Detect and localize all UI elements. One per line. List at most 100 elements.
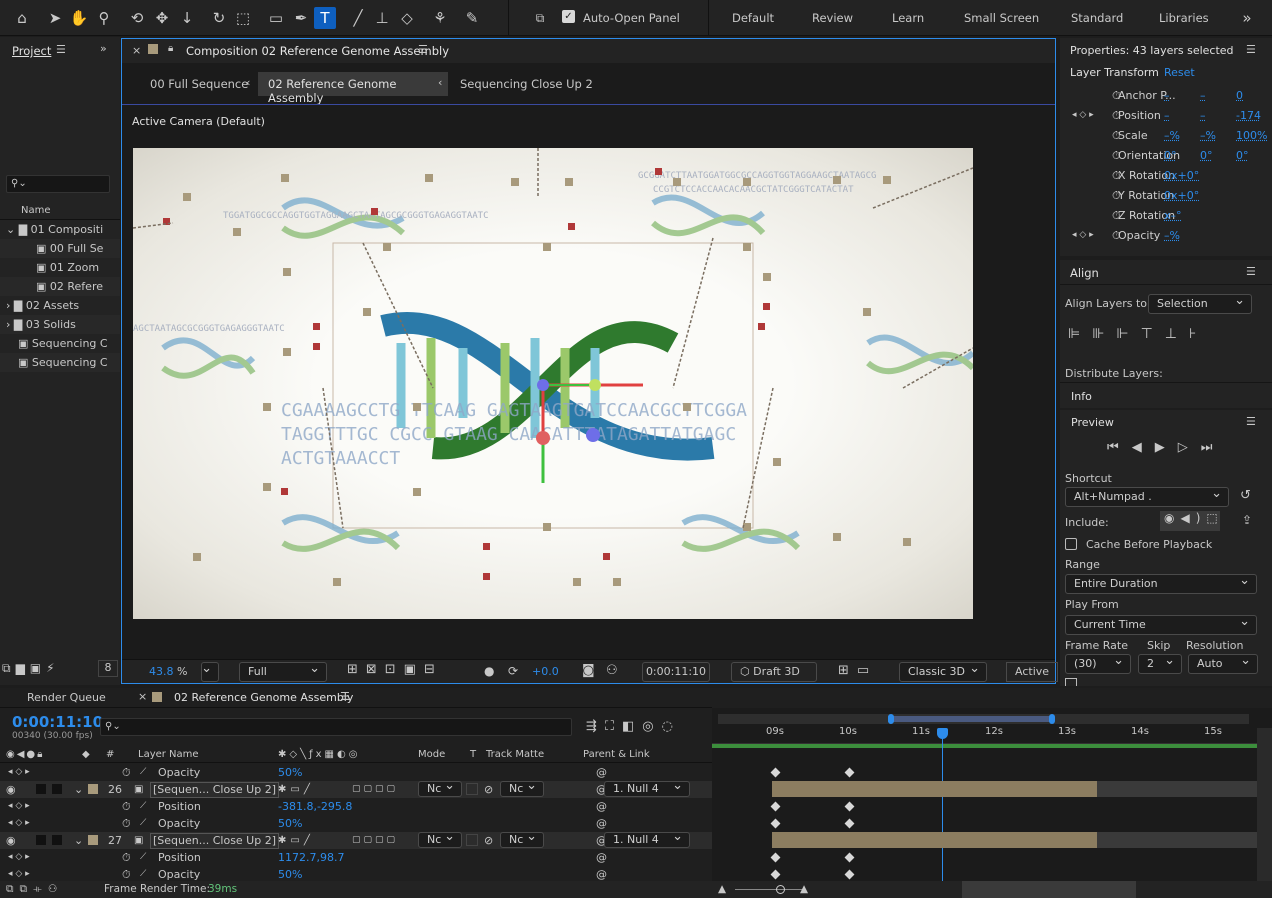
stopwatch-icon[interactable]: ⏱	[122, 849, 131, 866]
align-menu-icon[interactable]: ☰	[1246, 265, 1256, 278]
property-value[interactable]: 50%	[278, 815, 302, 832]
stopwatch-icon[interactable]: ⏱	[122, 764, 131, 781]
keyframe-nav-icon[interactable]: ◂ ◇ ▸	[1072, 106, 1094, 125]
skip-dropdown[interactable]: 2	[1138, 652, 1182, 674]
close-timeline-tab-icon[interactable]: ×	[138, 690, 147, 703]
show-snapshot-icon[interactable]: ⚇	[606, 663, 618, 678]
workspace-learn[interactable]: Learn	[892, 11, 924, 25]
twirl-icon[interactable]: ⌄	[74, 832, 83, 849]
zoom-tool-icon[interactable]: ⚲	[93, 7, 115, 29]
property-value[interactable]: 1172.7,98.7	[278, 849, 344, 866]
eye-icon[interactable]: ◉	[6, 781, 16, 798]
mode-dropdown[interactable]: Nc	[418, 779, 462, 797]
3d-ground-icons[interactable]: ⊞▭	[838, 663, 877, 678]
comp-timecode[interactable]: 0:00:11:10	[642, 662, 710, 682]
layer-name[interactable]: [Sequen... Close Up 2]	[150, 782, 280, 798]
pickwhip-icon[interactable]: @	[596, 815, 607, 832]
range-dropdown[interactable]: Entire Duration	[1065, 572, 1257, 594]
prop-value[interactable]: –%	[1164, 226, 1180, 245]
shortcut-dropdown[interactable]: Alt+Numpad .	[1065, 485, 1229, 507]
zoom-range[interactable]	[888, 716, 1052, 722]
timeline-menu-icon[interactable]: ☰	[340, 690, 350, 703]
project-item-assets[interactable]: › ▇ 02 Assets	[0, 296, 120, 315]
pen-tool-icon[interactable]: ✒	[290, 7, 312, 29]
property-row[interactable]: ◂ ◇ ▸ ⏱ ⟋ Opacity 50% @	[0, 815, 712, 832]
prop-value[interactable]: –	[1164, 86, 1170, 105]
lock-icon[interactable]: 🔒︎	[168, 43, 173, 54]
graph-icon[interactable]: ⟋	[140, 849, 146, 866]
project-item-sequencing-1[interactable]: ▣ Sequencing C	[0, 334, 120, 353]
breadcrumb-full-sequence[interactable]: 00 Full Sequence	[150, 77, 248, 91]
workspace-libraries[interactable]: Libraries	[1159, 11, 1209, 25]
comp-tab-title[interactable]: Composition 02 Reference Genome Assembly	[186, 44, 449, 58]
properties-menu-icon[interactable]: ☰	[1246, 43, 1256, 56]
viewer-toggle-icons[interactable]: ⊞⊠⊡▣⊟	[347, 662, 443, 677]
hand-tool-icon[interactable]: ✋	[68, 7, 90, 29]
render-queue-tab[interactable]: Render Queue	[27, 691, 106, 704]
align-buttons[interactable]: ⊫⊪⊩⊤⊥⊦	[1068, 326, 1208, 342]
magnification-dropdown[interactable]	[201, 660, 219, 682]
align-to-dropdown[interactable]: Selection	[1148, 292, 1252, 314]
eraser-tool-icon[interactable]: ◇	[396, 7, 418, 29]
comp-viewer[interactable]: CGAAAAGCCTG TTCAAG GAGTAAGTGATCCAACGCTTC…	[133, 148, 973, 619]
prop-value[interactable]: x–°	[1164, 206, 1182, 225]
prop-value[interactable]: –%	[1164, 126, 1180, 145]
keyframe-nav-icon[interactable]: ◂ ◇ ▸	[1072, 226, 1094, 245]
graph-icon[interactable]: ⟋	[140, 764, 146, 781]
project-item-compositions[interactable]: ⌄ ▇ 01 Compositi	[0, 220, 120, 239]
timeline-vscroll[interactable]	[1257, 728, 1272, 881]
layer-switches[interactable]: ✱▭╱	[278, 832, 314, 849]
graph-icon[interactable]: ⟋	[140, 815, 146, 832]
frame-rate-dropdown[interactable]: (30)	[1065, 652, 1131, 674]
prop-value[interactable]: 0	[1236, 86, 1243, 105]
track-matte-dropdown[interactable]: Nc	[500, 830, 544, 848]
project-item-full-sequence[interactable]: ▣ 00 Full Se	[0, 239, 120, 258]
play-from-dropdown[interactable]: Current Time	[1065, 613, 1257, 635]
name-column-header[interactable]: Name	[0, 202, 120, 220]
mode-dropdown[interactable]: Nc	[418, 830, 462, 848]
preview-menu-icon[interactable]: ☰	[1246, 415, 1256, 428]
time-graph[interactable]: 09s 10s 11s 12s 13s 14s 15s	[712, 708, 1272, 881]
keyframe-nav-icon[interactable]: ◂ ◇ ▸	[8, 798, 30, 815]
prop-value[interactable]: 0°	[1164, 146, 1177, 165]
playback-controls[interactable]: ⏮◀▶▷⏭	[1107, 440, 1225, 455]
footer-icons[interactable]: ⧉⧉⟛⚇	[6, 881, 63, 898]
timeline-search-input[interactable]: ⚲⌄	[100, 718, 572, 736]
rotate-tool-icon[interactable]: ↻	[208, 7, 230, 29]
property-value[interactable]: -381.8,-295.8	[278, 798, 352, 815]
prop-value[interactable]: 0x+0°	[1164, 166, 1199, 185]
layer-row[interactable]: ◉⌄27▣[Sequen... Close Up 2]✱▭╱▢▢▢▢Nc⊘Nc@…	[0, 830, 712, 849]
keyframe[interactable]	[770, 852, 781, 863]
renderer-dropdown[interactable]: Classic 3D	[899, 660, 987, 682]
project-footer-icons[interactable]: ⧉▆▣⚡	[2, 661, 60, 676]
label-icon[interactable]: ◆	[82, 746, 90, 763]
reset-shortcut-icon[interactable]: ↺	[1240, 488, 1251, 503]
playhead[interactable]	[942, 730, 943, 881]
more-workspaces-icon[interactable]: »	[1236, 7, 1258, 29]
prop-value[interactable]: –%	[1200, 126, 1216, 145]
project-item-zoom[interactable]: ▣ 01 Zoom	[0, 258, 120, 277]
workspace-small-screen[interactable]: Small Screen	[964, 11, 1039, 25]
keyframe-nav-icon[interactable]: ◂ ◇ ▸	[8, 815, 30, 832]
zoom-in-icon[interactable]: ▲	[800, 881, 808, 898]
view-dropdown[interactable]: Active C	[1006, 662, 1058, 682]
keyframe[interactable]	[770, 767, 781, 778]
twirl-icon[interactable]: ⌄	[74, 781, 83, 798]
project-item-sequencing-2[interactable]: ▣ Sequencing C	[0, 353, 120, 372]
current-time[interactable]: 0:00:11:10	[12, 713, 103, 731]
clone-stamp-icon[interactable]: ⊥	[371, 7, 393, 29]
zoom-out-icon[interactable]: ▲	[718, 881, 726, 898]
include-toggles[interactable]: ◉◀)⬚	[1160, 511, 1220, 531]
rectangle-tool-icon[interactable]: ▭	[265, 7, 287, 29]
resolution-dropdown[interactable]: Full	[239, 660, 327, 682]
breadcrumb-close-up[interactable]: Sequencing Close Up 2	[460, 77, 593, 91]
keyframe-nav-icon[interactable]: ◂ ◇ ▸	[8, 849, 30, 866]
prop-value[interactable]: –	[1200, 106, 1206, 125]
keyframe[interactable]	[844, 801, 855, 812]
workspace-standard[interactable]: Standard	[1071, 11, 1123, 25]
orbit-tool-icon[interactable]: ⟲	[126, 7, 148, 29]
breadcrumb-reference[interactable]: 02 Reference Genome Assembly	[258, 72, 448, 105]
puppet-tool-icon[interactable]: ✎	[461, 7, 483, 29]
property-row[interactable]: ◂ ◇ ▸ ⏱ ⟋ Position 1172.7,98.7 @	[0, 849, 712, 866]
expand-panel-icon[interactable]: »	[100, 42, 107, 55]
